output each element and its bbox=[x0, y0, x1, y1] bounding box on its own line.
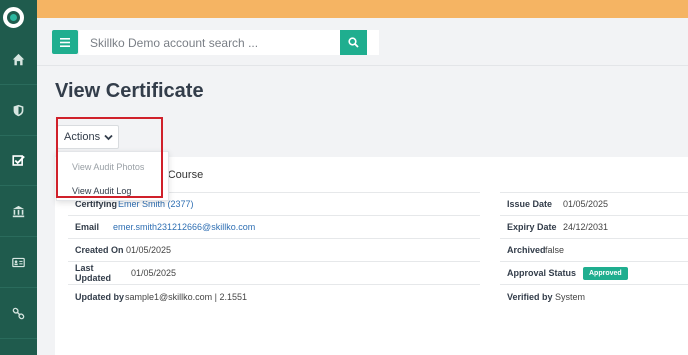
search-button[interactable] bbox=[340, 30, 367, 55]
field-label: Updated by bbox=[75, 291, 125, 302]
bank-icon bbox=[12, 205, 25, 218]
detail-row-last-updated: Last Updated 01/05/2025 bbox=[68, 262, 480, 285]
detail-row-created-on: Created On 01/05/2025 bbox=[68, 239, 480, 262]
top-banner bbox=[37, 0, 688, 18]
sidebar bbox=[0, 0, 37, 355]
detail-row-updated-by: Updated by sample1@skillko.com | 2.1551 bbox=[68, 285, 480, 308]
detail-row-approval-status: Approval Status Approved bbox=[500, 262, 688, 285]
detail-row-verified-by: Verified by System bbox=[500, 285, 688, 308]
field-label: Verified by bbox=[507, 291, 553, 302]
field-label: Issue Date bbox=[507, 199, 553, 209]
field-label: Email bbox=[75, 222, 100, 232]
email-link[interactable]: emer.smith231212666@skillko.com bbox=[113, 222, 255, 232]
updated-by-value: sample1@skillko.com | 2.1551 bbox=[125, 291, 248, 302]
field-label: Archived bbox=[507, 245, 546, 255]
archived-value: false bbox=[545, 245, 565, 255]
field-label: Last Updated bbox=[75, 263, 111, 283]
detail-row-expiry-date: Expiry Date 24/12/2031 bbox=[500, 216, 688, 239]
sidebar-item-institution[interactable] bbox=[0, 187, 37, 237]
issue-date-value: 01/05/2025 bbox=[563, 199, 609, 209]
detail-row-email: Email emer.smith231212666@skillko.com bbox=[68, 216, 480, 239]
sidebar-item-certificates[interactable] bbox=[0, 136, 37, 186]
highlight-box bbox=[56, 117, 163, 198]
menu-toggle-button[interactable] bbox=[52, 30, 78, 54]
hamburger-icon bbox=[60, 37, 70, 47]
shield-icon bbox=[13, 104, 24, 117]
verified-by-value: System bbox=[555, 291, 586, 302]
search-input[interactable] bbox=[79, 30, 379, 55]
search-bar bbox=[37, 18, 688, 66]
id-card-icon bbox=[12, 257, 25, 268]
home-icon bbox=[12, 53, 25, 66]
expiry-date-value: 24/12/2031 bbox=[563, 222, 609, 232]
sidebar-item-security[interactable] bbox=[0, 86, 37, 136]
page-title: View Certificate bbox=[55, 80, 204, 102]
link-icon bbox=[12, 307, 25, 320]
sidebar-item-home[interactable] bbox=[0, 35, 37, 85]
last-updated-value: 01/05/2025 bbox=[131, 268, 177, 278]
detail-row-archived: Archived false bbox=[500, 239, 688, 262]
detail-row-issue-date: Issue Date 01/05/2025 bbox=[500, 193, 688, 216]
field-label: Approval Status bbox=[507, 268, 577, 278]
created-on-value: 01/05/2025 bbox=[126, 245, 172, 255]
field-label: Expiry Date bbox=[507, 222, 557, 232]
check-square-icon bbox=[12, 155, 25, 166]
sidebar-item-integrations[interactable] bbox=[0, 289, 37, 339]
sidebar-item-contacts[interactable] bbox=[0, 238, 37, 288]
search-icon bbox=[348, 37, 359, 48]
status-badge: Approved bbox=[583, 266, 628, 280]
field-label: Created On bbox=[75, 245, 124, 255]
app-logo[interactable] bbox=[3, 7, 24, 28]
